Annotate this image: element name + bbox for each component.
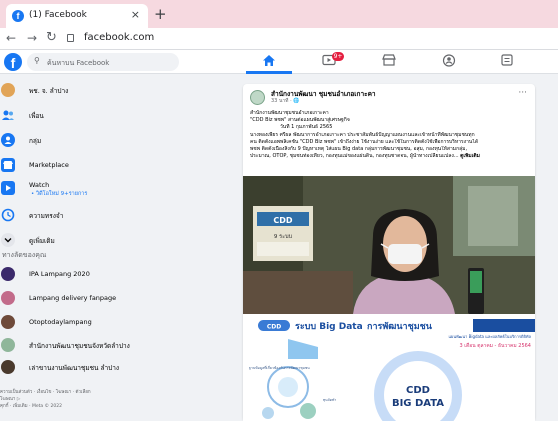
profile-avatar-icon [1, 83, 15, 97]
infographic-image[interactable]: CDD ระบบ Big Data การพัฒนาชุมชน แผนพัฒนา… [243, 317, 535, 421]
sidebar-item-memories[interactable]: ความทรงจำ [0, 206, 100, 224]
shortcut-item[interactable]: Lampang delivery fanpage [0, 289, 116, 307]
post-line-text: ประมาณ, OTOP, ชุมชนท่องเที่ยว, กองทุนแม่… [250, 153, 459, 160]
left-sidebar: พช. จ. ลำปาง เพื่อน กลุ่ม Marketplace Wa… [0, 78, 130, 421]
shortcuts-heading: ทางลัดของคุณ [2, 251, 47, 259]
infographic-title-1: ระบบ Big Data [295, 322, 363, 332]
post-line: คน ติดตั้งแอพพลิเคชัน "CDD Biz พชพ" เข้า… [250, 138, 479, 145]
reload-icon[interactable]: ↻ [46, 30, 57, 45]
friends-icon [1, 108, 15, 122]
gaming-icon[interactable] [496, 54, 518, 70]
sidebar-item-profile[interactable]: พช. จ. ลำปาง [0, 81, 100, 99]
shortcut-label: สำนักงานพัฒนาชุมชนจังหวัดลำปาง [29, 342, 130, 350]
marketplace-store-icon[interactable] [378, 54, 400, 70]
forward-arrow-icon[interactable]: → [27, 31, 37, 45]
post-line: วันที่ 1 กุมภาพันธ์ 2565 [280, 124, 333, 131]
watch-notification-badge: 9+ [332, 52, 344, 61]
groups-nav-icon[interactable] [438, 54, 460, 70]
active-tab-indicator [246, 71, 292, 74]
lock-icon[interactable] [67, 34, 74, 42]
sidebar-item-label: ความทรงจำ [29, 212, 64, 220]
post-timestamp[interactable]: 33 นาที · 🌐 [271, 97, 299, 105]
back-arrow-icon[interactable]: ← [6, 31, 16, 45]
shortcut-item[interactable]: Otoptodaylampang [0, 313, 100, 331]
group-avatar-icon [1, 267, 15, 281]
infographic-subtitle: แผนพัฒนา Bigdata และผลลัพธ์ในบริการดิจิท… [448, 334, 531, 339]
post-line: สำนักงานพัฒนาชุมชนอำเภอเกาะคา [250, 110, 329, 116]
sidebar-footer: ความเป็นส่วนตัว · เงื่อนไข · โฆษณา · ตัว… [0, 389, 100, 410]
groups-icon [1, 133, 15, 147]
sidebar-item-watch[interactable]: Watch • วิดีโอใหม่ 9+รายการ [0, 179, 100, 201]
sign-text: CDD [273, 216, 293, 225]
watch-new-videos-count: • วิดีโอใหม่ 9+รายการ [31, 191, 88, 197]
infographic-period: 3 เดือน ตุลาคม - ธันวาคม 2564 [459, 342, 531, 349]
see-more-link[interactable]: ดูเพิ่มเติม [460, 153, 480, 159]
post-options-button[interactable]: ··· [518, 88, 527, 98]
post-line: ประมาณ, OTOP, ชุมชนท่องเที่ยว, กองทุนแม่… [250, 153, 530, 160]
home-icon[interactable] [258, 54, 280, 70]
infographic-center-2: BIG DATA [392, 398, 444, 409]
browser-tab[interactable]: f (1) Facebook × [6, 4, 148, 28]
feed-post: สำนักงานพัฒนา ชุมชนอำเภอเกาะคา 33 นาที ·… [243, 84, 535, 421]
new-tab-button[interactable]: + [154, 5, 167, 23]
marketplace-icon [1, 158, 15, 172]
shortcut-label: Lampang delivery fanpage [29, 294, 117, 302]
post-line: "CDD Biz พชพ" สานต่อแผนพัฒนาสู่เศรษฐกิจ [250, 117, 350, 124]
sidebar-item-marketplace[interactable]: Marketplace [0, 156, 100, 174]
tab-title: (1) Facebook [29, 10, 87, 20]
tab-close-button[interactable]: × [131, 8, 140, 21]
post-author-avatar[interactable] [250, 90, 265, 105]
infographic-logo: CDD [267, 324, 281, 331]
browser-address-bar: ← → ↻ facebook.com [0, 28, 558, 50]
search-icon: ⚲ [34, 56, 40, 65]
sidebar-item-friends[interactable]: เพื่อน [0, 106, 100, 124]
shortcut-label: เล่าขานงานพัฒนาชุมชน ลำปาง [29, 364, 120, 372]
sidebar-item-label: กลุ่ม [29, 137, 42, 145]
browser-tab-strip: f (1) Facebook × + [0, 0, 558, 28]
memories-icon [1, 208, 15, 222]
shortcut-label: Otoptodaylampang [29, 318, 92, 326]
search-placeholder: ค้นหาบน Facebook [47, 59, 110, 67]
sidebar-item-label: Watch [29, 181, 50, 189]
infographic-illustration: CDD ระบบ Big Data การพัฒนาชุมชน แผนพัฒนา… [243, 317, 535, 421]
see-more-icon [1, 233, 15, 247]
search-input[interactable]: ⚲ ค้นหาบน Facebook [27, 53, 179, 71]
post-line: นางทองเพียร ศรีผล พัฒนาการอำเภอเกาะคา ปร… [250, 131, 475, 138]
shortcut-label: IPA Lampang 2020 [29, 270, 90, 278]
infographic-center-1: CDD [406, 385, 430, 396]
facebook-favicon-icon: f [12, 10, 24, 22]
page-avatar-icon [1, 360, 15, 374]
page-avatar-icon [1, 338, 15, 352]
infographic-title-2: การพัฒนาชุมชน [367, 321, 433, 332]
post-body: สำนักงานพัฒนาชุมชนอำเภอเกาะคา "CDD Biz พ… [250, 110, 530, 160]
sign-sub: 9 ระบบ [274, 234, 293, 240]
page-avatar-icon [1, 315, 15, 329]
post-line: พชพ ติดตั้งเนื่องสิ่งกับ 9 ปัญหาเหตุ ใส่… [250, 146, 468, 153]
shortcut-item[interactable]: IPA Lampang 2020 [0, 265, 100, 283]
post-photo[interactable]: CDD 9 ระบบ [243, 176, 535, 314]
sidebar-item-label: พช. จ. ลำปาง [29, 87, 69, 95]
photo-illustration: CDD 9 ระบบ [243, 176, 535, 314]
sidebar-item-label: Marketplace [29, 161, 69, 169]
footer-links[interactable]: ความเป็นส่วนตัว · เงื่อนไข · โฆษณา · ตัว… [0, 389, 100, 403]
sidebar-item-label: เพื่อน [29, 112, 44, 120]
facebook-logo-icon[interactable]: f [4, 53, 22, 71]
shortcut-item[interactable]: สำนักงานพัฒนาชุมชนจังหวัดลำปาง [0, 336, 130, 354]
watch-icon [1, 181, 15, 195]
shortcut-item[interactable]: เล่าขานงานพัฒนาชุมชน ลำปาง [0, 358, 119, 376]
sidebar-item-see-more[interactable]: ดูเพิ่มเติม [0, 231, 100, 249]
page-avatar-icon [1, 291, 15, 305]
footer-copyright[interactable]: คุกกี้ · เพิ่มเติม · Meta © 2022 [0, 403, 100, 410]
url-field[interactable]: facebook.com [84, 32, 154, 43]
sidebar-item-groups[interactable]: กลุ่ม [0, 131, 100, 149]
sidebar-item-label: ดูเพิ่มเติม [29, 237, 55, 245]
